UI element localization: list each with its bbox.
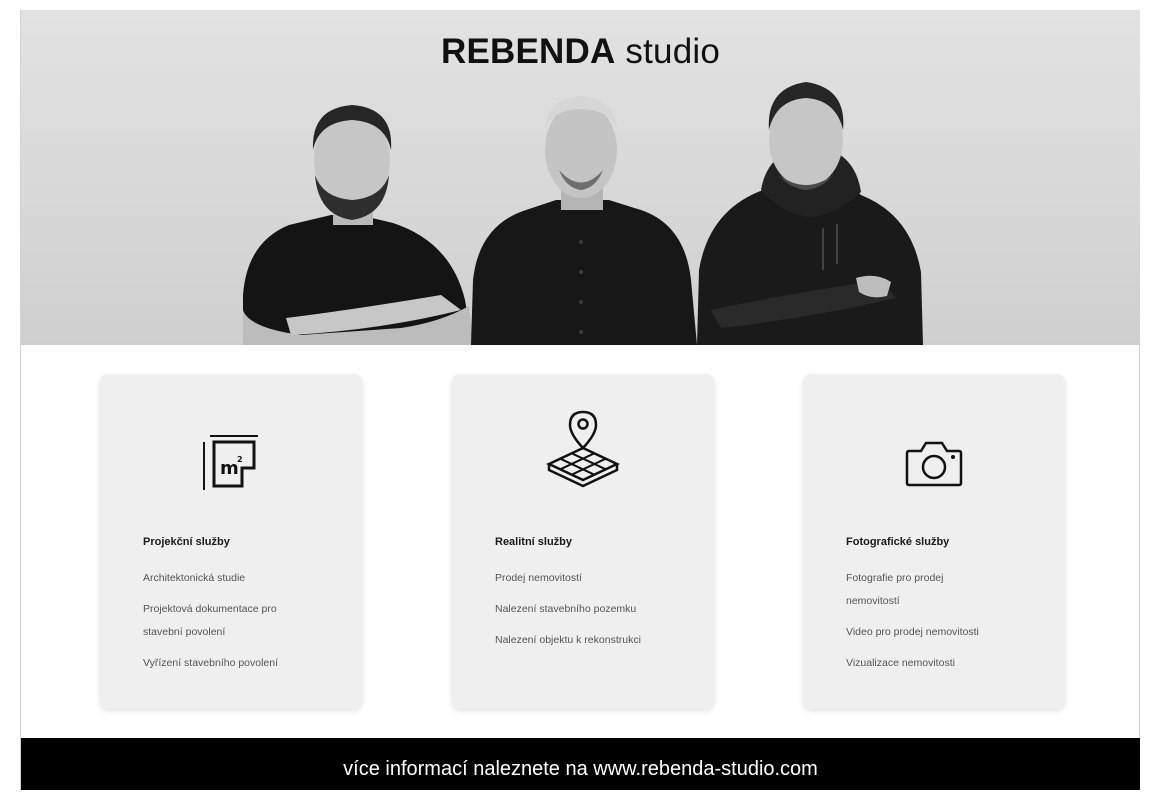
list-item: Projektová dokumentace pro stavební povo… <box>143 603 277 638</box>
card-title: Fotografické služby <box>846 536 950 548</box>
svg-text:2: 2 <box>237 455 243 464</box>
list-item: Prodej nemovitostí <box>495 572 582 584</box>
list-item: Nalezení objektu k rekonstrukci <box>495 634 641 646</box>
hero-title: REBENDA studio <box>21 32 1140 72</box>
page-frame: REBENDA studio m 2 Projekční služby Arch… <box>20 10 1140 790</box>
brand-suffix: studio <box>625 32 721 71</box>
service-card-realty: Realitní služby Prodej nemovitostí Nalez… <box>452 374 714 709</box>
list-item: Nalezení stavebního pozemku <box>495 603 637 615</box>
hero-banner: REBENDA studio <box>21 10 1140 345</box>
person-middle <box>471 96 697 345</box>
service-card-photo: Fotografické služby Fotografie pro prode… <box>803 374 1065 709</box>
service-list: Fotografie pro prodej nemovitostí Video … <box>846 567 1036 683</box>
person-left <box>243 105 473 345</box>
camera-icon <box>905 441 963 487</box>
list-item: Architektonická studie <box>143 572 246 584</box>
service-list: Architektonická studie Projektová dokume… <box>143 567 333 683</box>
person-right <box>697 82 923 345</box>
service-list: Prodej nemovitostí Nalezení stavebního p… <box>495 567 685 660</box>
list-item: Vizualizace nemovitosti <box>846 657 955 669</box>
map-pin-grid-icon <box>546 410 620 488</box>
footer-banner: více informací naleznete na www.rebenda-… <box>21 738 1140 790</box>
list-item: Vyřízení stavebního povolení <box>143 657 279 669</box>
list-item: Video pro prodej nemovitosti <box>846 626 979 638</box>
card-title: Realitní služby <box>495 536 573 548</box>
footer-text[interactable]: více informací naleznete na www.rebenda-… <box>343 758 818 780</box>
floor-plan-m2-icon: m 2 <box>203 435 258 490</box>
brand-name: REBENDA <box>440 32 616 71</box>
service-card-projection: m 2 Projekční služby Architektonická stu… <box>100 374 362 709</box>
svg-text:m: m <box>220 458 239 479</box>
card-title: Projekční služby <box>143 536 230 548</box>
list-item: Fotografie pro prodej nemovitostí <box>846 572 944 607</box>
